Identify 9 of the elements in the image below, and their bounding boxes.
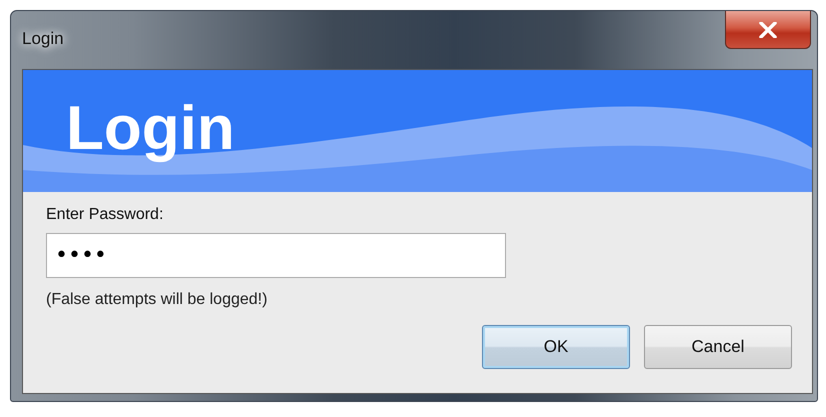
close-button[interactable] (725, 11, 811, 49)
dialog-button[interactable]: OK (482, 325, 630, 369)
banner-title: Login (66, 93, 235, 165)
dialog-button[interactable]: Cancel (644, 325, 792, 369)
close-icon (759, 22, 777, 38)
password-field[interactable]: •••• (46, 233, 506, 278)
window-title: Login (22, 29, 64, 49)
password-label: Enter Password: (46, 206, 164, 224)
warning-note: (False attempts will be logged!) (46, 291, 268, 309)
